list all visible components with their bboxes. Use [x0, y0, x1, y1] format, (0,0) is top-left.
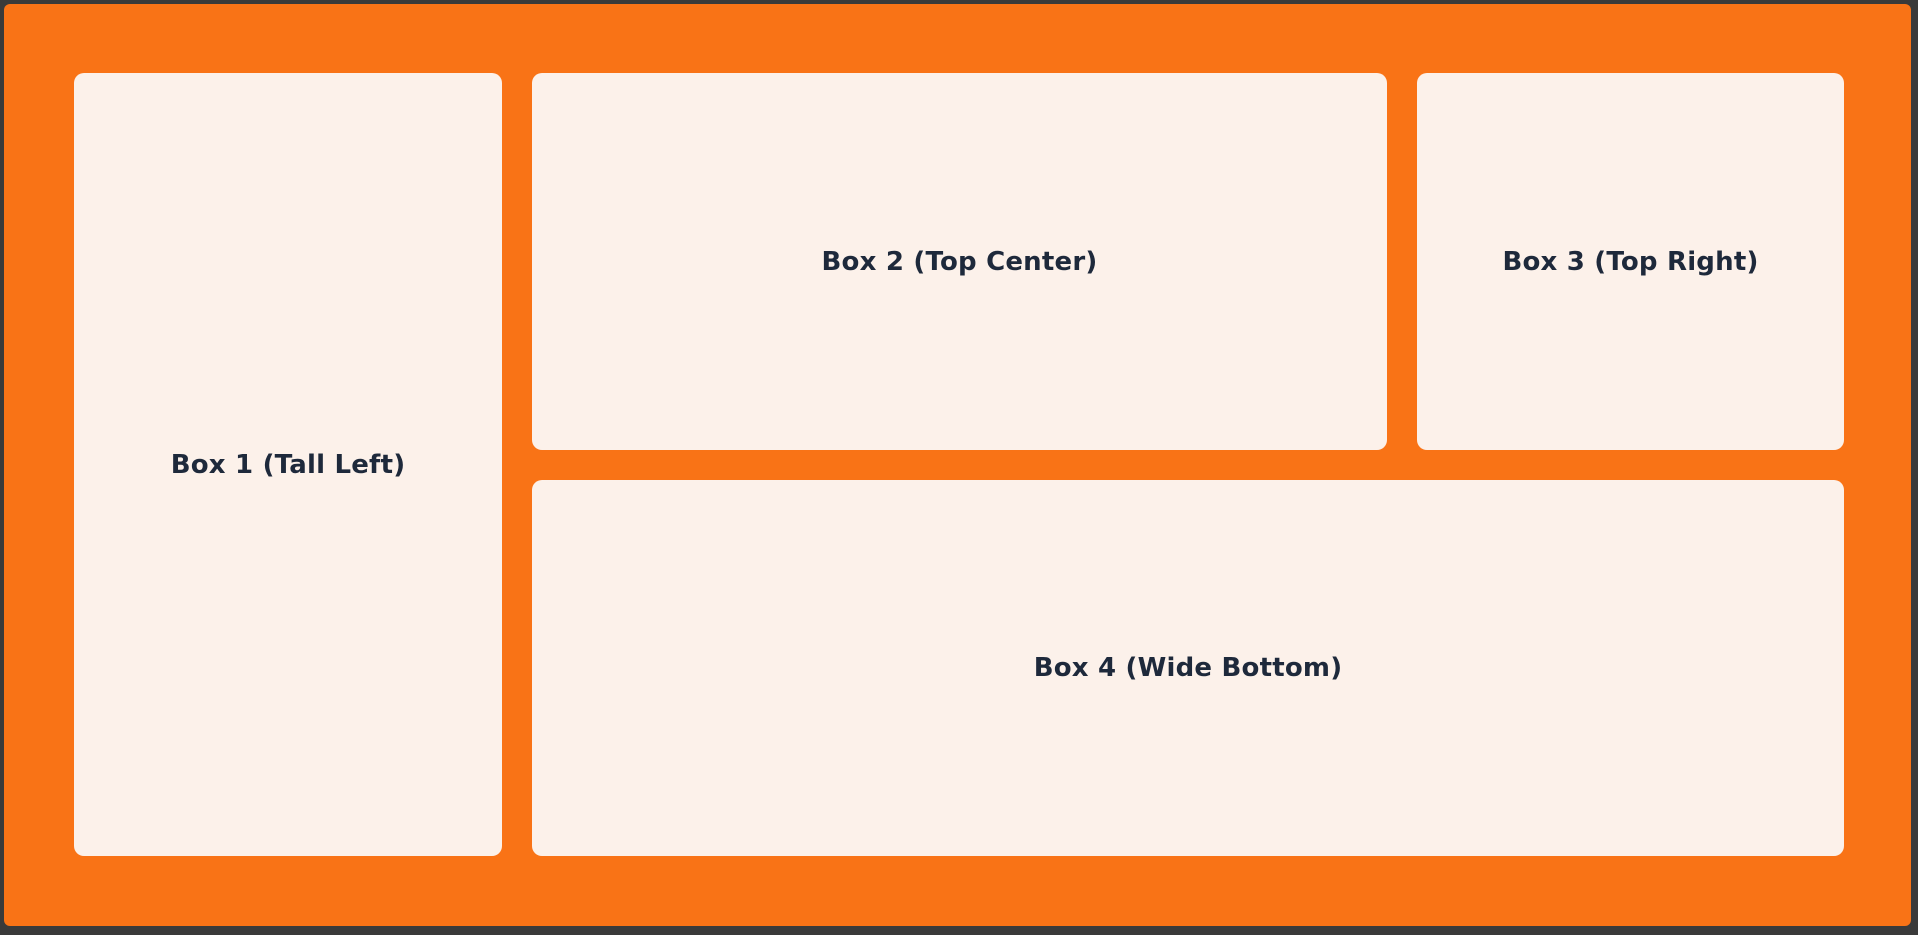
- box-label: Box 2 (Top Center): [821, 246, 1098, 277]
- box-label: Box 4 (Wide Bottom): [1033, 653, 1343, 683]
- layout-container: Box 1 (Tall Left) Box 2 (Top Center) Box…: [4, 4, 1911, 926]
- box-label: Box 1 (Tall Left): [170, 449, 406, 480]
- box-wide-bottom: Box 4 (Wide Bottom): [532, 480, 1844, 856]
- box-label: Box 3 (Top Right): [1502, 246, 1759, 277]
- box-top-center: Box 2 (Top Center): [532, 73, 1387, 450]
- box-grid: Box 1 (Tall Left) Box 2 (Top Center) Box…: [74, 73, 1844, 856]
- box-tall-left: Box 1 (Tall Left): [74, 73, 502, 856]
- box-top-right: Box 3 (Top Right): [1417, 73, 1844, 450]
